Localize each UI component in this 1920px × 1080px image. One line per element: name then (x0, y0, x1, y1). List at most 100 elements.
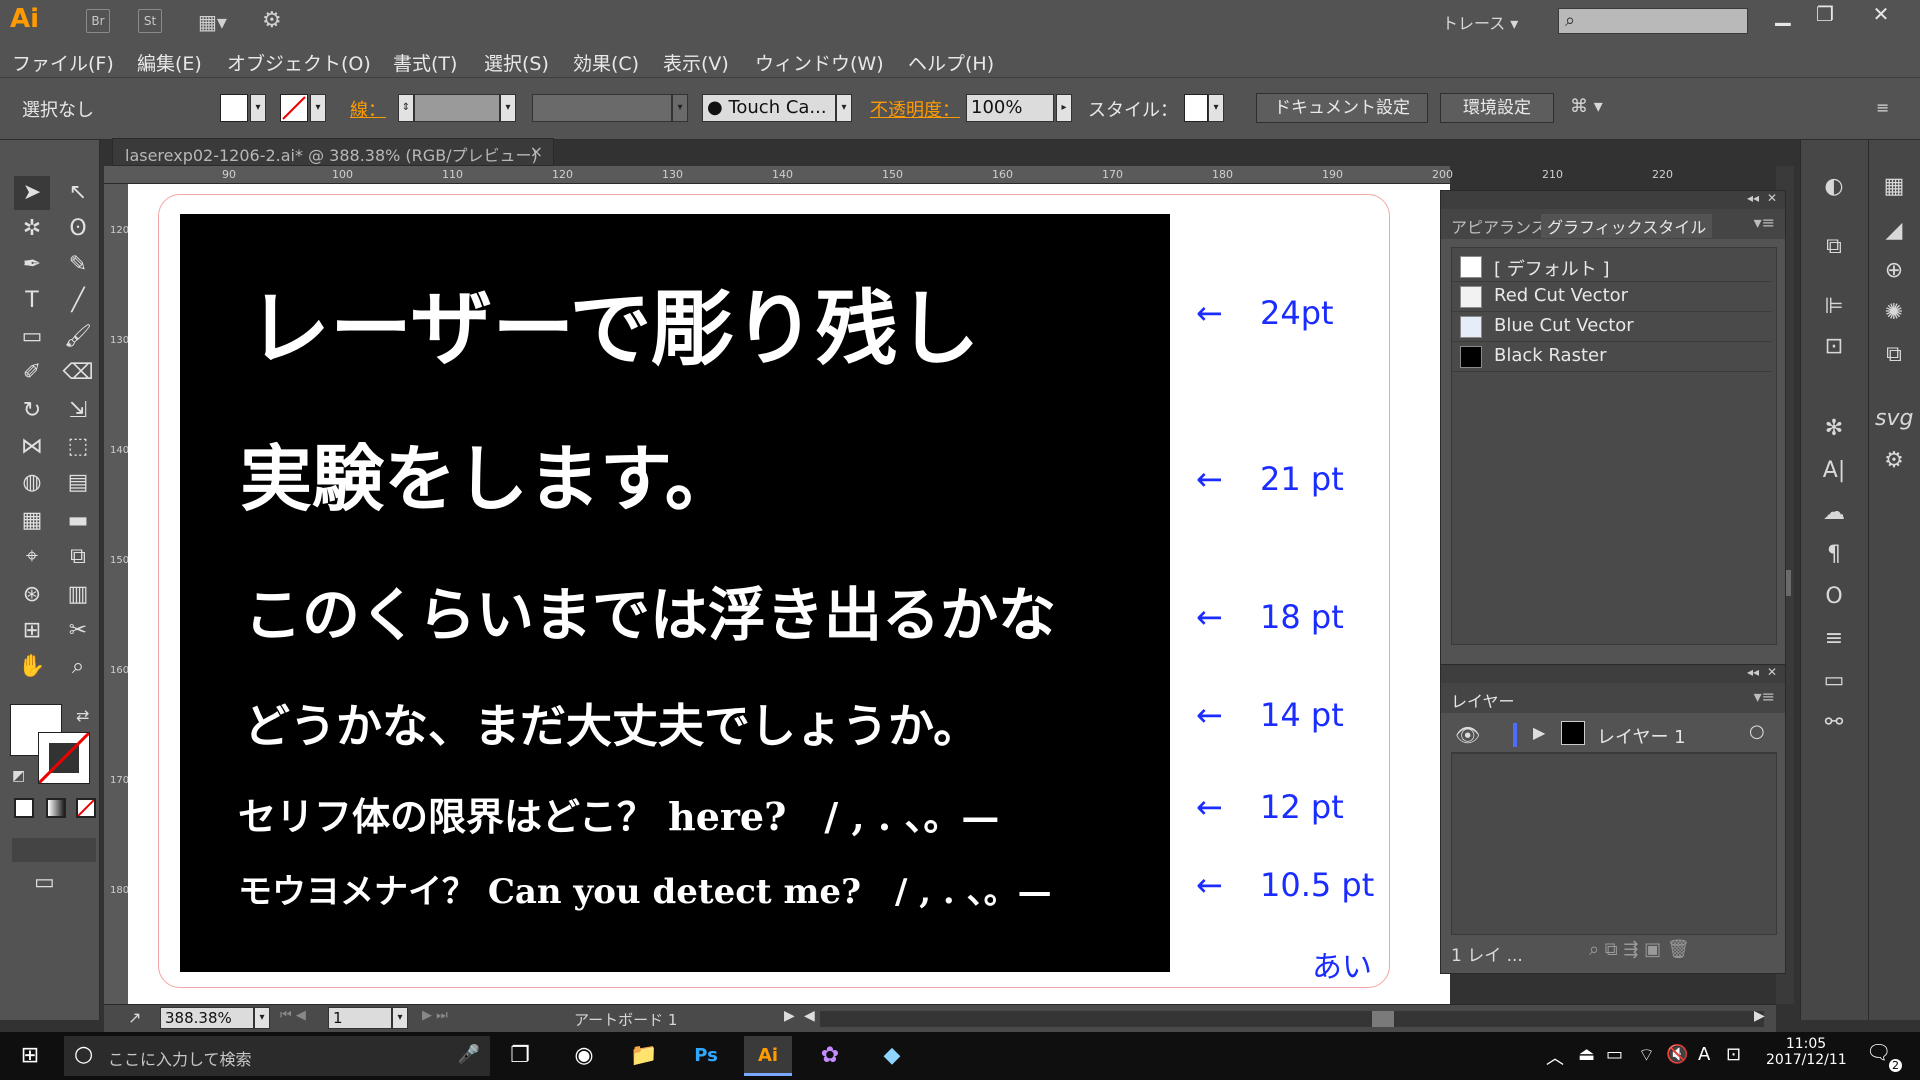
collapse-panel-icon[interactable]: ◂◂ (1747, 191, 1759, 205)
tray-chevron-icon[interactable]: ︿ (1546, 1044, 1564, 1070)
tab-layers[interactable]: レイヤー (1451, 688, 1515, 712)
lasso-tool-icon[interactable]: ʘ (60, 212, 96, 246)
ime-mode[interactable]: A (1698, 1044, 1710, 1065)
style-swatch[interactable] (1184, 94, 1208, 122)
mesh-tool-icon[interactable]: ▦ (14, 504, 50, 538)
document-tab[interactable]: laserexp02-1206-2.ai* @ 388.38% (RGB/プレビ… (112, 138, 554, 166)
fill-swatch[interactable] (220, 94, 248, 122)
stroke-weight-dropdown[interactable]: ▾ (500, 94, 516, 122)
artwork-line-14pt[interactable]: どうかな、まだ大丈夫でしょうか。 (244, 690, 979, 756)
close-button[interactable]: ✕ (1856, 0, 1906, 30)
image-trace-icon[interactable]: ✺ (1875, 296, 1913, 330)
selection-tool-icon[interactable]: ➤ (14, 176, 50, 210)
panel-footer-icons[interactable]: ⌕ ⧉ ⇶ ▣ 🗑 (1589, 939, 1690, 960)
eraser-app-icon[interactable]: ◆ (868, 1036, 916, 1076)
size-label-24pt[interactable]: 24pt (1260, 294, 1334, 332)
chrome-icon[interactable]: ◉ (560, 1036, 608, 1076)
slice-tool-icon[interactable]: ✂ (60, 614, 96, 648)
cc-libraries-icon[interactable]: ☁ (1815, 496, 1853, 530)
paintbrush-tool-icon[interactable]: 🖌 (60, 320, 96, 354)
swap-colors-icon[interactable]: ⇄ (76, 706, 89, 725)
opacity-label[interactable]: 不透明度： (870, 96, 960, 122)
artwork-line-12pt[interactable]: セリフ体の限界はどこ？ here? / , . 、。— (238, 786, 999, 841)
control-bar-menu-icon[interactable]: ≡ (1876, 98, 1889, 117)
scroll-right-icon[interactable]: ▶ (1754, 1008, 1765, 1024)
microphone-icon[interactable]: 🎤 (458, 1044, 480, 1065)
menu-select[interactable]: 選択(S) (484, 49, 549, 76)
collapse-panel-icon[interactable]: ◂◂ (1747, 665, 1759, 679)
style-dropdown[interactable]: ▾ (1208, 94, 1224, 122)
close-panel-icon[interactable]: ✕ (1767, 665, 1777, 679)
menu-view[interactable]: 表示(V) (663, 49, 729, 76)
tab-graphic-styles[interactable]: グラフィックスタイル (1541, 214, 1713, 238)
taskbar-search-box[interactable]: ○ ここに入力して検索 🎤 (64, 1036, 490, 1076)
shape-builder-tool-icon[interactable]: ◍ (14, 466, 50, 500)
stroke-weight-field[interactable] (414, 94, 500, 122)
gradient-panel-icon[interactable]: ▭ (1815, 664, 1853, 698)
character-icon[interactable]: A| (1815, 454, 1853, 488)
gradient-mode-icon[interactable] (46, 798, 66, 818)
volume-muted-icon[interactable]: 🔇 (1666, 1044, 1688, 1065)
ime-icon[interactable]: ⊡ (1726, 1044, 1741, 1065)
artboards-icon[interactable]: ⧉ (1875, 338, 1913, 372)
horizontal-scrollbar[interactable] (820, 1011, 1764, 1027)
close-panel-icon[interactable]: ✕ (1767, 191, 1777, 205)
menu-type[interactable]: 書式(T) (393, 49, 457, 76)
gradient-tool-icon[interactable]: ▬ (60, 504, 96, 538)
usb-icon[interactable]: ⏏ (1578, 1044, 1595, 1065)
stroke-color-box[interactable] (37, 731, 91, 785)
pathfinder-icon[interactable]: ⧉ (1815, 230, 1853, 264)
scroll-left-icon[interactable]: ◀ (804, 1008, 815, 1024)
zoom-level-field[interactable]: 388.38% (160, 1007, 254, 1029)
tab-appearance[interactable]: アピアランス (1451, 214, 1547, 238)
illustrator-taskbar-icon[interactable]: Ai (744, 1036, 792, 1076)
preferences-button[interactable]: 環境設定 (1440, 93, 1554, 123)
direct-selection-tool-icon[interactable]: ↖ (60, 176, 96, 210)
panel-header[interactable]: ◂◂ ✕ (1441, 191, 1785, 209)
default-colors-icon[interactable]: ◩ (12, 768, 25, 784)
stroke-weight-stepper[interactable]: ⇕ (398, 94, 414, 122)
size-label-18pt[interactable]: 18 pt (1260, 598, 1344, 636)
close-tab-icon[interactable]: × (530, 142, 543, 161)
size-label-10-5pt[interactable]: 10.5 pt (1260, 866, 1374, 904)
svg-interactivity-icon[interactable]: svg (1875, 402, 1913, 436)
type-tool-icon[interactable]: T (14, 284, 50, 318)
wifi-icon[interactable]: ⌔ (1638, 1044, 1655, 1067)
corner-text[interactable]: あい (1312, 942, 1372, 986)
artwork-line-24pt[interactable]: レーザーで彫り残し (248, 262, 979, 381)
status-menu-icon[interactable]: ▶ (784, 1008, 795, 1024)
curvature-tool-icon[interactable]: ✎ (60, 248, 96, 282)
next-artboard-icon[interactable]: ▶ ⏭ (422, 1008, 448, 1023)
fill-dropdown[interactable]: ▾ (250, 94, 266, 122)
line-tool-icon[interactable]: ╱ (60, 284, 96, 318)
rotate-tool-icon[interactable]: ↻ (14, 394, 50, 428)
hand-tool-icon[interactable]: ✋ (14, 650, 50, 684)
panel-menu-icon[interactable]: ▾≡ (1754, 687, 1775, 706)
variable-width-profile[interactable] (532, 94, 672, 122)
size-label-12pt[interactable]: 12 pt (1260, 788, 1344, 826)
list-item[interactable]: Red Cut Vector (1452, 282, 1772, 312)
panel-menu-icon[interactable]: ▾≡ (1754, 213, 1775, 232)
restore-button[interactable]: ❐ (1800, 0, 1850, 30)
color-guide-icon[interactable]: ◐ (1815, 170, 1853, 204)
scale-tool-icon[interactable]: ⇲ (60, 394, 96, 428)
file-explorer-icon[interactable]: 📁 (620, 1036, 668, 1076)
target-circle-icon[interactable]: ○ (1749, 721, 1765, 742)
windows-start-icon[interactable]: ⊞ (6, 1036, 54, 1076)
rectangle-tool-icon[interactable]: ▭ (14, 320, 50, 354)
screen-mode-icon[interactable]: ▭ (34, 870, 55, 895)
artwork-line-21pt[interactable]: 実験をします。 (240, 420, 737, 525)
list-item[interactable]: [ デフォルト ] (1452, 252, 1772, 282)
opacity-arrow[interactable]: ▸ (1056, 94, 1072, 122)
expand-layer-icon[interactable]: ▶ (1533, 723, 1545, 742)
zoom-dropdown[interactable]: ▾ (254, 1007, 270, 1029)
opentype-icon[interactable]: O (1815, 580, 1853, 614)
workspace-switcher[interactable]: トレース ▾ (1442, 10, 1518, 34)
menu-edit[interactable]: 編集(E) (137, 49, 202, 76)
eyedropper-tool-icon[interactable]: ⌖ (14, 540, 50, 574)
menu-object[interactable]: オブジェクト(O) (227, 49, 371, 76)
free-transform-tool-icon[interactable]: ⬚ (60, 430, 96, 464)
artboard-tool-icon[interactable]: ⊞ (14, 614, 50, 648)
first-artboard-icon[interactable]: ⏮ ◀ (280, 1008, 306, 1023)
symbols-icon[interactable]: ◢ (1875, 214, 1913, 248)
